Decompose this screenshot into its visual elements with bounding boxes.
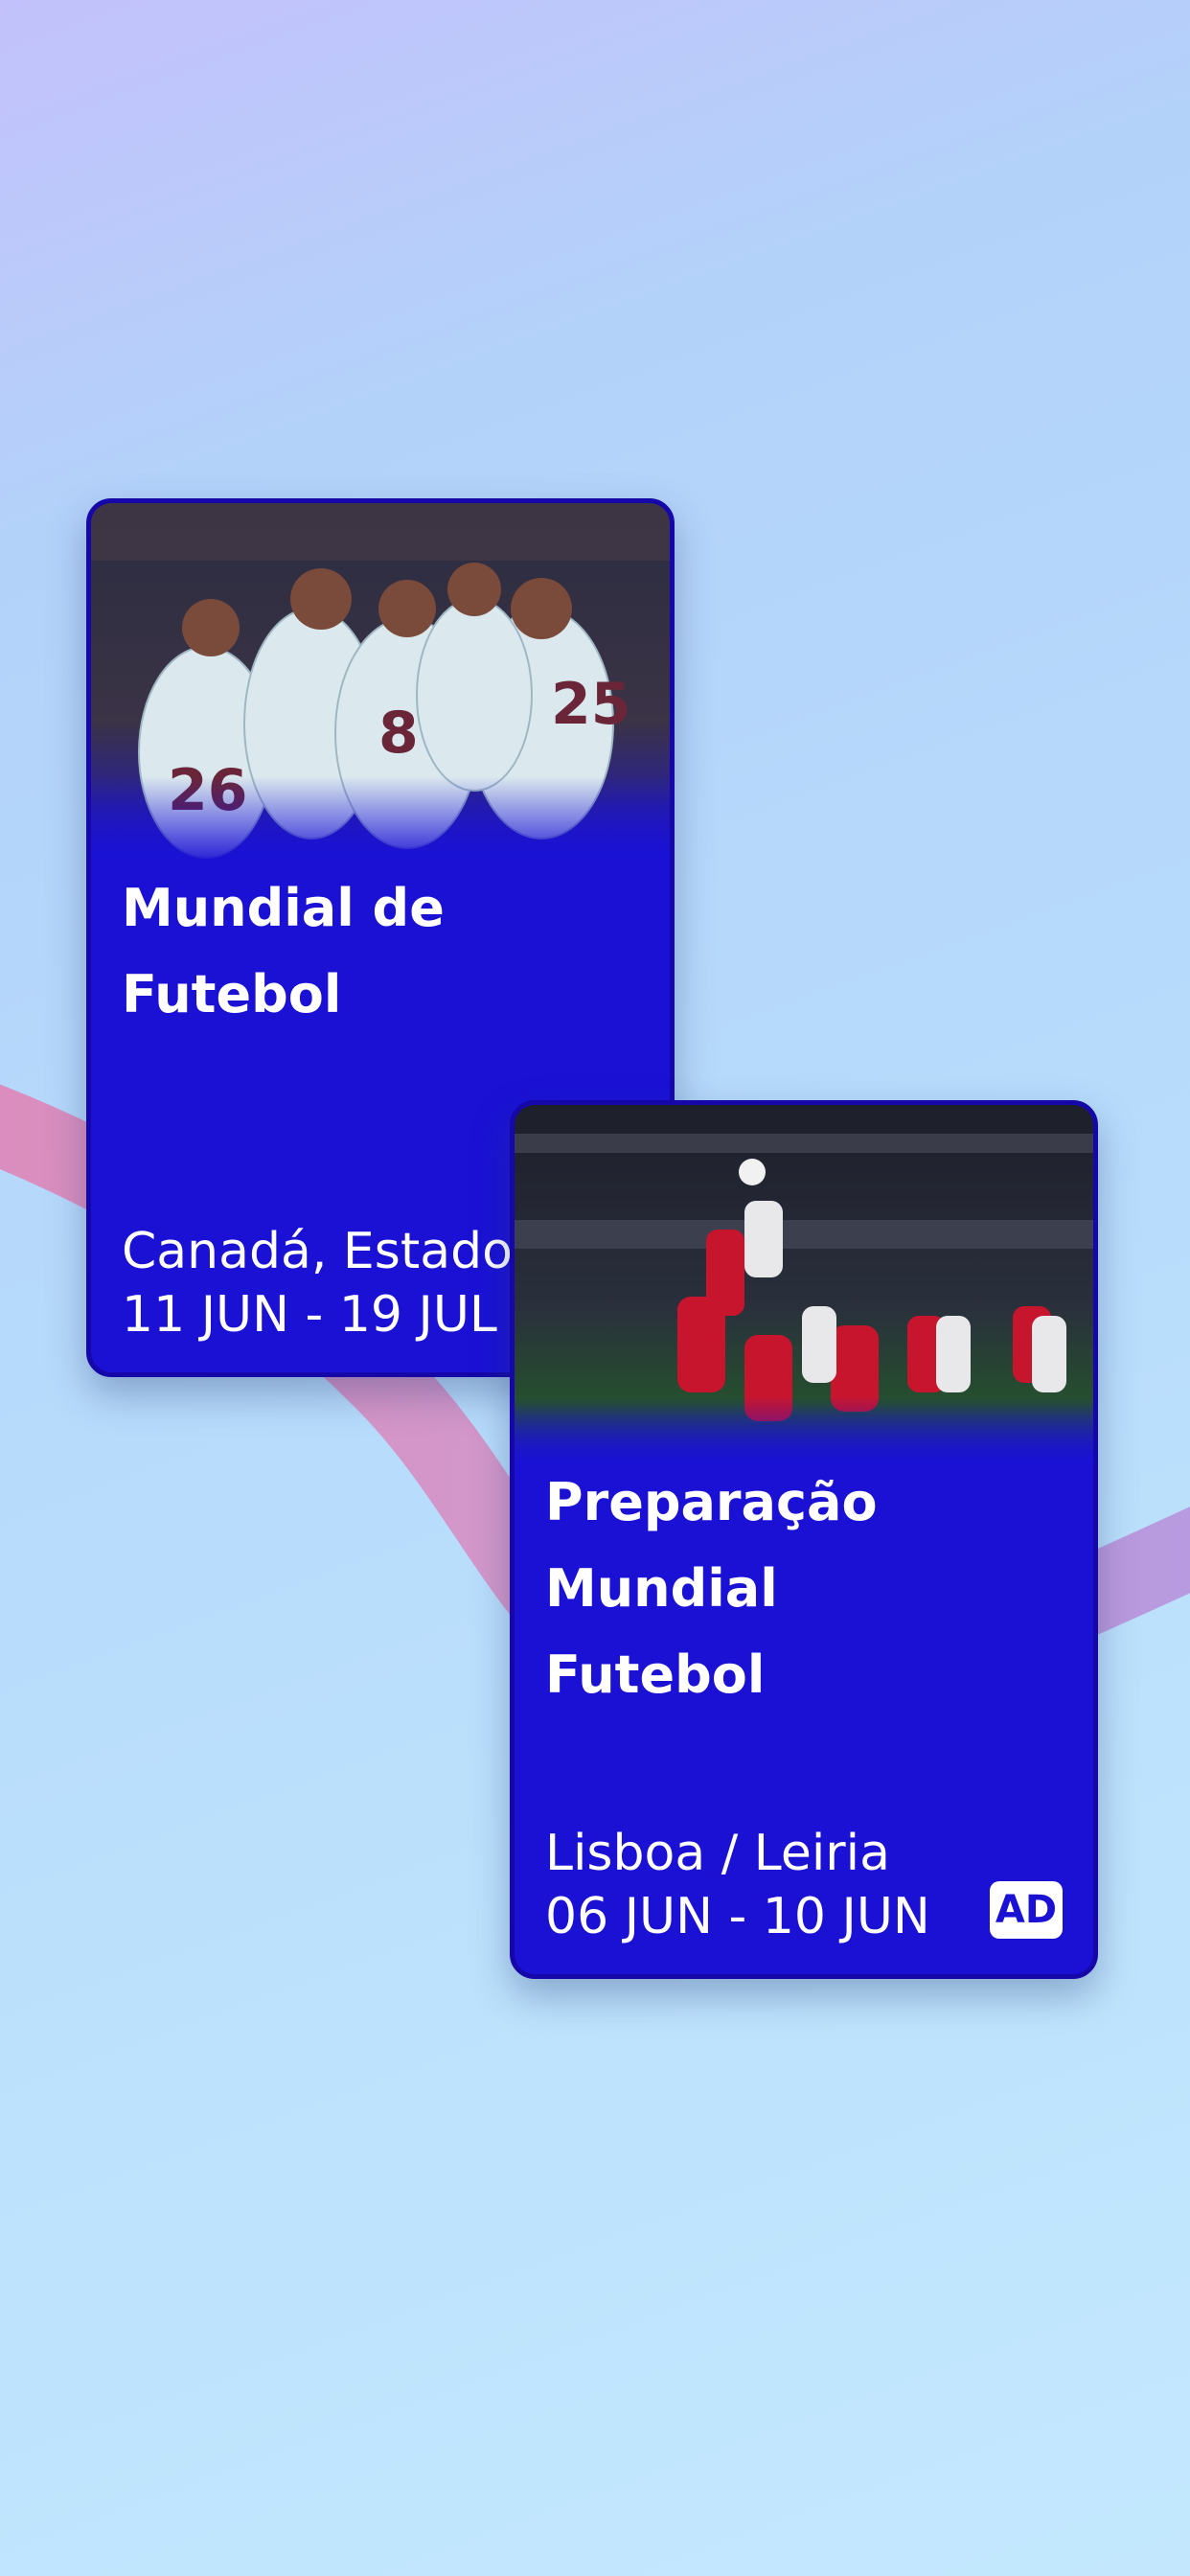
event-photo-football-match <box>515 1105 1093 1469</box>
ad-badge: AD <box>990 1881 1063 1939</box>
event-title: Preparação Mundial Futebol <box>545 1472 878 1705</box>
event-location: Lisboa / Leiria <box>545 1825 890 1882</box>
event-photo-team-celebration: 26 8 25 <box>91 503 670 867</box>
event-card-preparacao[interactable]: Preparação Mundial Futebol Lisboa / Leir… <box>510 1100 1098 1979</box>
event-title: Mundial de Futebol <box>122 878 445 1024</box>
